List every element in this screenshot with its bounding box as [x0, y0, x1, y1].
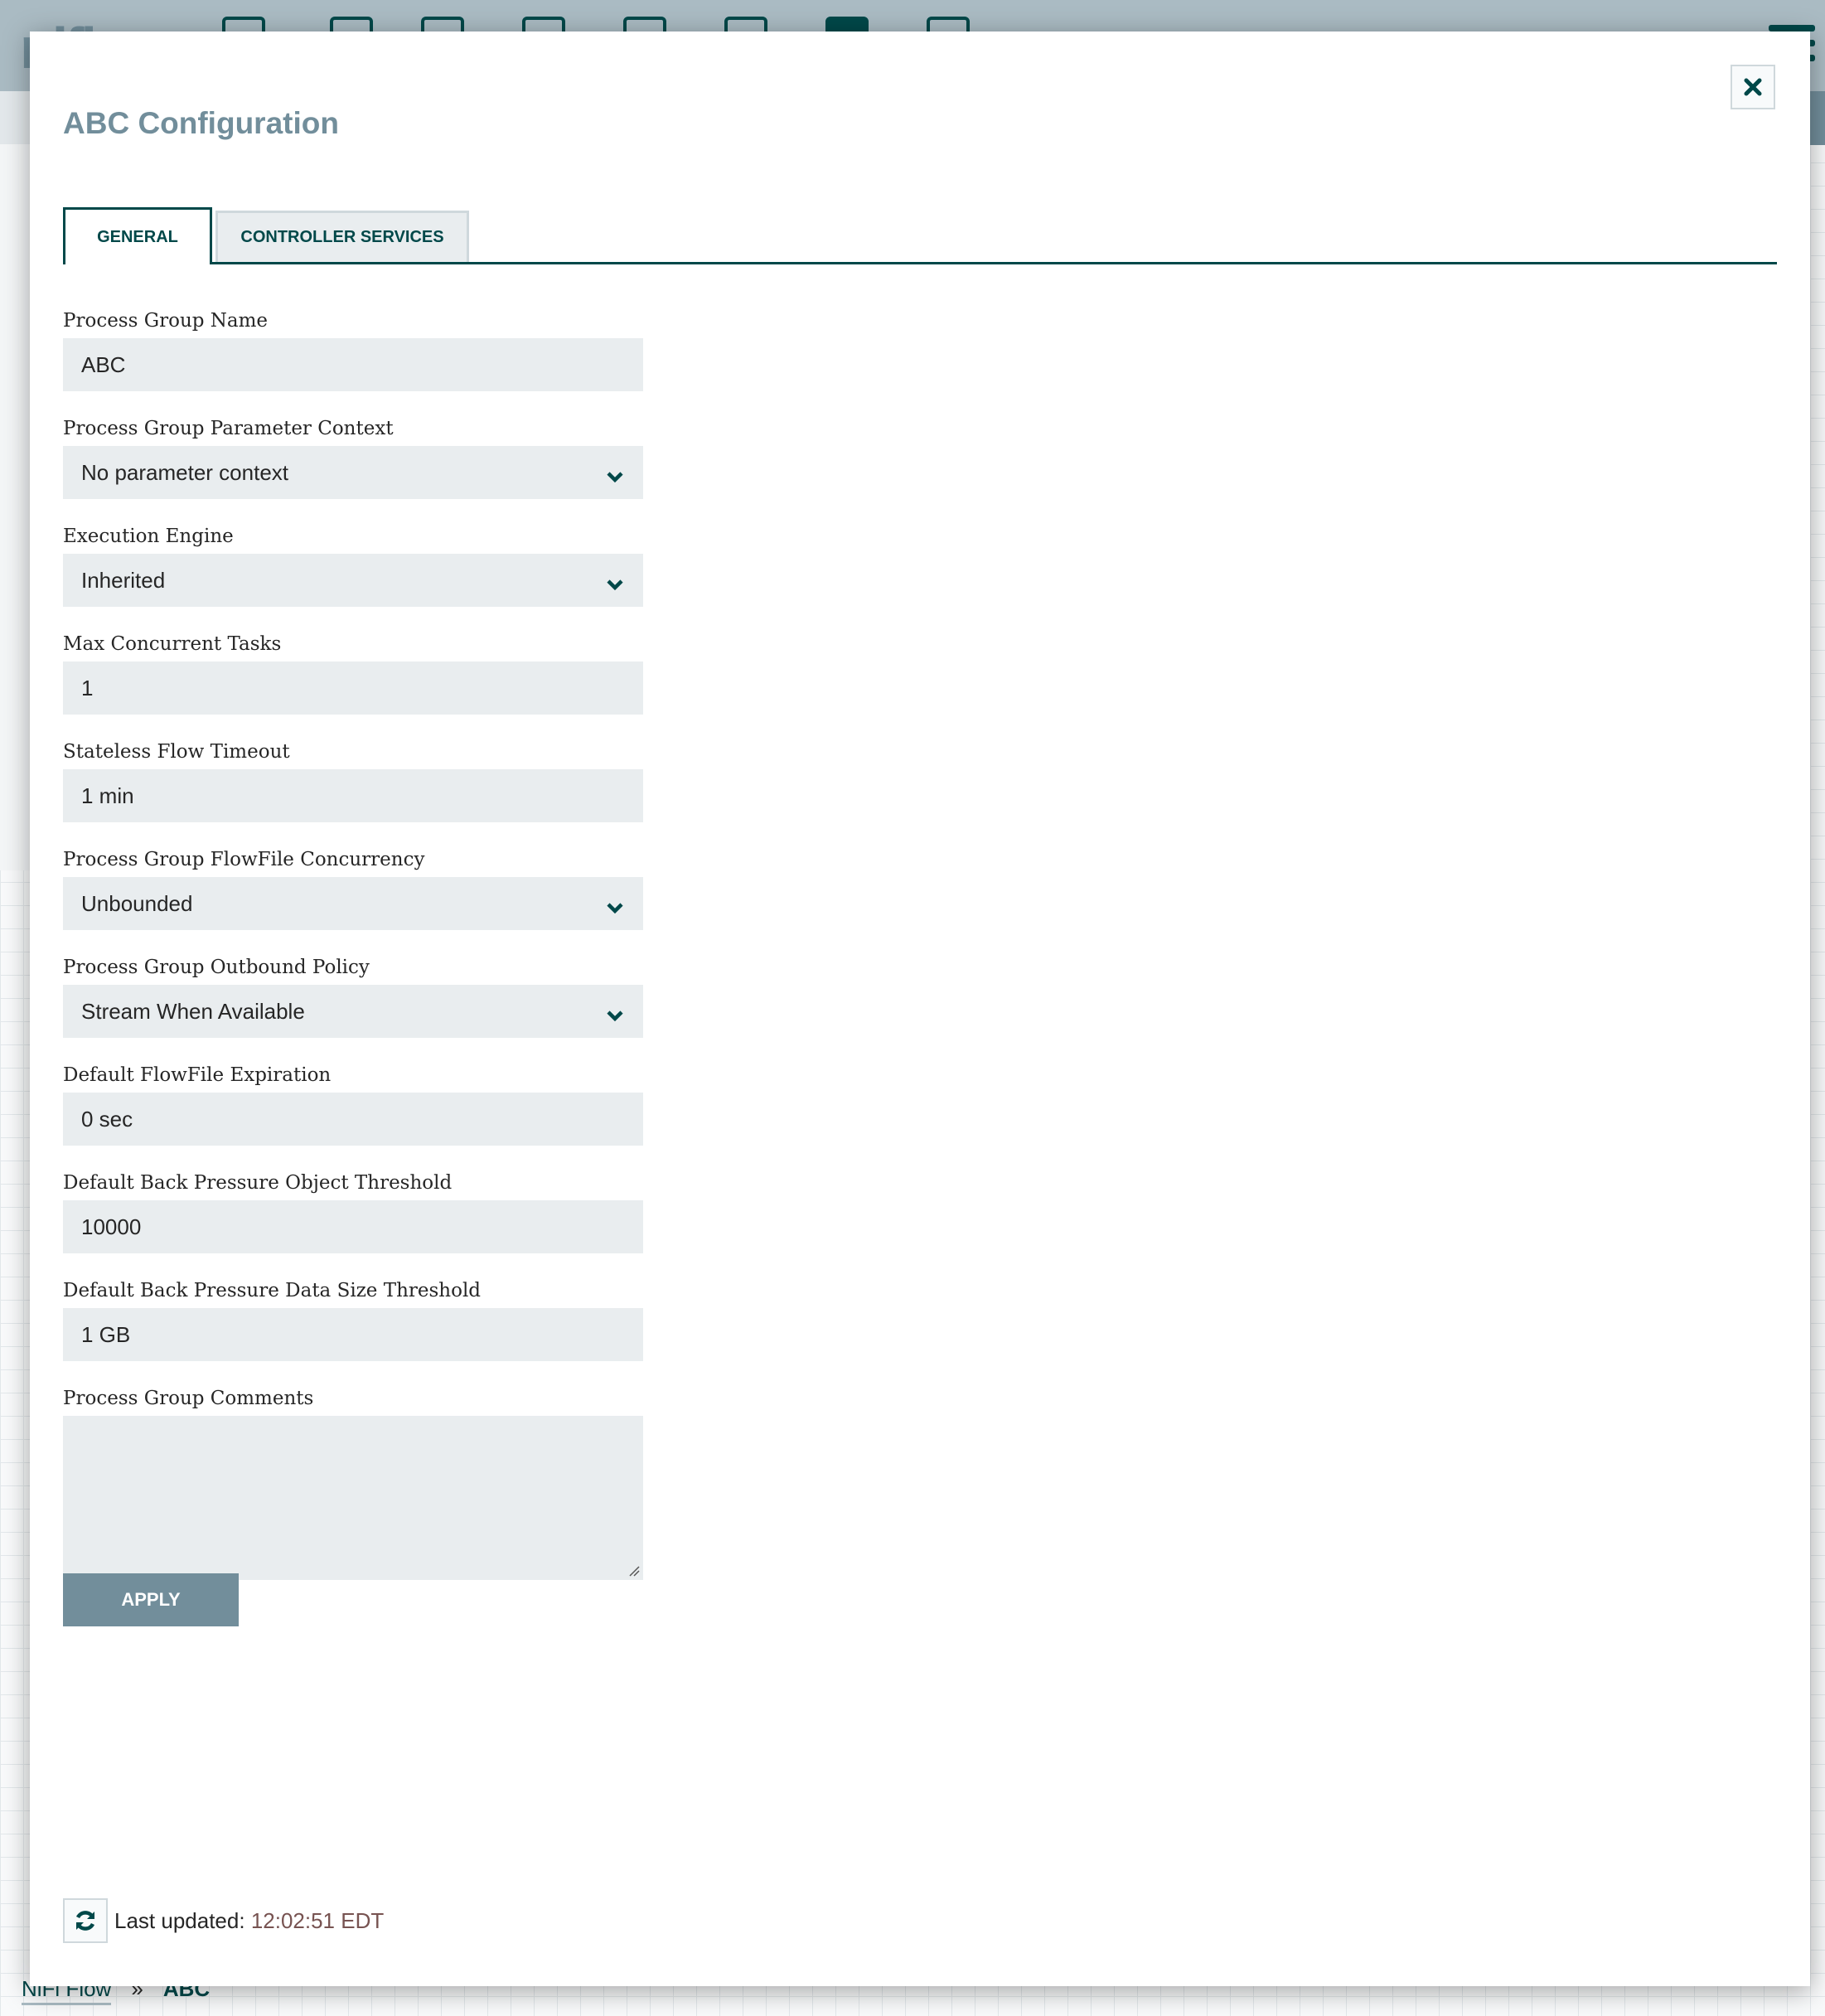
field-label: Max Concurrent Tasks	[63, 633, 282, 655]
input-value: 1 min	[81, 783, 134, 808]
field-stateless-flow-timeout: Stateless Flow Timeout 1 min	[63, 738, 643, 822]
last-updated-time: 12:02:51 EDT	[250, 1907, 385, 1933]
chevron-down-icon	[607, 903, 623, 914]
input-value: 1	[81, 675, 94, 700]
input-value: 10000	[81, 1214, 142, 1239]
close-icon	[1744, 78, 1762, 96]
flowfile-concurrency-select[interactable]: Unbounded	[63, 877, 643, 930]
outbound-policy-select[interactable]: Stream When Available	[63, 985, 643, 1038]
refresh-icon	[75, 1911, 95, 1931]
select-value: Stream When Available	[81, 998, 305, 1024]
bp-object-threshold-input[interactable]: 10000	[63, 1200, 643, 1253]
field-parameter-context: Process Group Parameter Context No param…	[63, 414, 643, 499]
chevron-down-icon	[607, 472, 623, 483]
refresh-button[interactable]	[63, 1898, 108, 1943]
field-process-group-name: Process Group Name ABC	[63, 307, 643, 391]
field-label: Process Group Comments	[63, 1388, 314, 1409]
search-bar-strip	[1808, 91, 1825, 145]
field-outbound-policy: Process Group Outbound Policy Stream Whe…	[63, 953, 643, 1038]
field-label: Process Group FlowFile Concurrency	[63, 849, 425, 870]
select-value: Unbounded	[81, 890, 193, 916]
field-label: Execution Engine	[63, 526, 234, 547]
configuration-dialog: ABC Configuration GENERAL CONTROLLER SER…	[30, 32, 1810, 1986]
field-flowfile-concurrency: Process Group FlowFile Concurrency Unbou…	[63, 846, 643, 930]
select-value: Inherited	[81, 567, 166, 593]
field-bp-object-threshold: Default Back Pressure Object Threshold 1…	[63, 1169, 643, 1253]
close-button[interactable]	[1731, 65, 1775, 109]
input-value: ABC	[81, 351, 126, 377]
chevron-down-icon	[607, 1010, 623, 1022]
apply-button[interactable]: APPLY	[63, 1573, 239, 1626]
operate-palette	[0, 91, 34, 870]
general-form: Process Group Name ABC Process Group Par…	[63, 307, 643, 1580]
field-max-concurrent-tasks: Max Concurrent Tasks 1	[63, 630, 643, 715]
field-label: Default FlowFile Expiration	[63, 1064, 332, 1086]
dialog-footer: Last updated: 12:02:51 EDT	[63, 1898, 384, 1943]
tab-general[interactable]: GENERAL	[63, 207, 212, 264]
field-comments: Process Group Comments	[63, 1384, 643, 1580]
field-label: Stateless Flow Timeout	[63, 741, 290, 763]
max-concurrent-tasks-input[interactable]: 1	[63, 662, 643, 715]
flowfile-expiration-input[interactable]: 0 sec	[63, 1093, 643, 1146]
tab-controller-services[interactable]: CONTROLLER SERVICES	[215, 211, 469, 262]
field-label: Default Back Pressure Data Size Threshol…	[63, 1280, 482, 1301]
input-value: 0 sec	[81, 1106, 133, 1132]
parameter-context-select[interactable]: No parameter context	[63, 446, 643, 499]
resize-handle-icon[interactable]	[628, 1565, 640, 1577]
comments-textarea[interactable]	[63, 1416, 643, 1580]
tab-bar: GENERAL CONTROLLER SERVICES	[63, 207, 1777, 264]
input-value: 1 GB	[81, 1321, 131, 1347]
navigation-bar	[0, 91, 33, 144]
field-label: Process Group Name	[63, 310, 269, 332]
field-execution-engine: Execution Engine Inherited	[63, 522, 643, 607]
field-label: Default Back Pressure Object Threshold	[63, 1172, 453, 1194]
stateless-flow-timeout-input[interactable]: 1 min	[63, 769, 643, 822]
chevron-down-icon	[607, 579, 623, 591]
dialog-title: ABC Configuration	[63, 106, 339, 140]
field-flowfile-expiration: Default FlowFile Expiration 0 sec	[63, 1061, 643, 1146]
field-label: Process Group Outbound Policy	[63, 957, 370, 978]
field-bp-data-size-threshold: Default Back Pressure Data Size Threshol…	[63, 1277, 643, 1361]
last-updated-label: Last updated:	[114, 1907, 245, 1933]
last-updated-text: Last updated: 12:02:51 EDT	[114, 1908, 384, 1934]
bp-data-size-threshold-input[interactable]: 1 GB	[63, 1308, 643, 1361]
process-group-name-input[interactable]: ABC	[63, 338, 643, 391]
select-value: No parameter context	[81, 459, 289, 485]
execution-engine-select[interactable]: Inherited	[63, 554, 643, 607]
field-label: Process Group Parameter Context	[63, 418, 394, 439]
